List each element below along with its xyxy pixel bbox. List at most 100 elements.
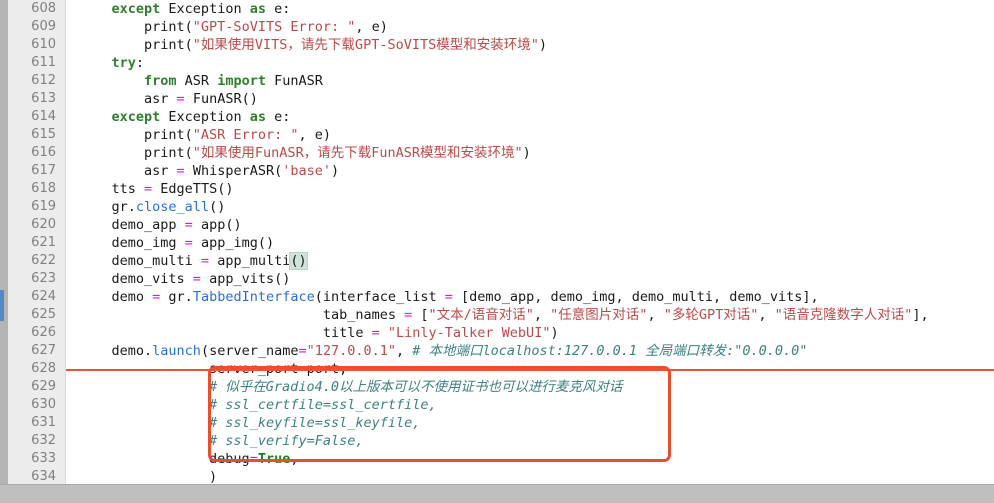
- code-token: except: [111, 1, 161, 17]
- code-token: app(): [192, 217, 242, 233]
- code-token: "ASR Error: ": [192, 127, 299, 143]
- code-token: e:: [265, 109, 291, 125]
- code-token: port,: [306, 361, 348, 377]
- code-token: ,: [647, 307, 664, 323]
- code-token: "文本/语音对话": [428, 307, 534, 323]
- vcs-change-marker[interactable]: [0, 290, 4, 321]
- code-line[interactable]: demo.launch(server_name="127.0.0.1", # 本…: [66, 342, 994, 360]
- code-token: "多轮GPT对话": [663, 307, 759, 323]
- code-token: =: [249, 451, 258, 467]
- code-token: # ssl_certfile=ssl_certfile,: [209, 397, 437, 413]
- code-token: :: [135, 55, 145, 71]
- code-token: as: [249, 1, 266, 17]
- code-line[interactable]: demo_multi = app_multi(): [66, 252, 994, 270]
- code-line[interactable]: demo_img = app_img(): [66, 234, 994, 252]
- code-line[interactable]: demo = gr.TabbedInterface(interface_list…: [66, 288, 994, 306]
- line-number: 632: [31, 433, 56, 448]
- code-line[interactable]: asr = WhisperASR('base'): [66, 162, 994, 180]
- code-line[interactable]: ): [66, 468, 994, 484]
- code-line[interactable]: gr.close_all(): [66, 198, 994, 216]
- code-token: (interface_list: [314, 289, 445, 305]
- code-token: Exception: [160, 109, 250, 125]
- code-token: # 本地端口localhost:127.0.0.1 全局端口转发:"0.0.0.…: [412, 343, 808, 359]
- code-token: app_img(): [192, 235, 275, 251]
- code-area[interactable]: except Exception as e: print("GPT-SoVITS…: [66, 0, 994, 484]
- code-token: ): [550, 325, 559, 341]
- line-number: 626: [31, 325, 56, 340]
- code-line[interactable]: try:: [66, 54, 994, 72]
- code-line[interactable]: except Exception as e:: [66, 108, 994, 126]
- code-token: ],: [912, 307, 929, 323]
- line-number: 631: [31, 415, 56, 430]
- code-line[interactable]: tts = EdgeTTS(): [66, 180, 994, 198]
- code-token: debug: [79, 451, 250, 467]
- code-token: demo.: [79, 343, 153, 359]
- code-token: ASR: [176, 73, 218, 89]
- code-token: print(: [79, 145, 193, 161]
- code-line[interactable]: except Exception as e:: [66, 0, 994, 18]
- horizontal-scrollbar[interactable]: [0, 484, 994, 503]
- code-token: EdgeTTS(): [152, 181, 234, 197]
- line-number: 617: [31, 163, 56, 178]
- code-token: =: [176, 163, 185, 179]
- code-token: =: [184, 235, 193, 251]
- code-token: try: [111, 55, 136, 71]
- code-token: asr: [79, 163, 177, 179]
- code-line[interactable]: print("GPT-SoVITS Error: ", e): [66, 18, 994, 36]
- code-token: ): [331, 163, 340, 179]
- code-token: ,: [533, 307, 551, 323]
- code-line[interactable]: print("如果使用VITS，请先下载GPT-SoVITS模型和安装环境"): [66, 36, 994, 54]
- code-token: "Linly-Talker WebUI": [387, 325, 551, 341]
- line-number: 627: [31, 343, 56, 358]
- line-number: 613: [31, 91, 56, 106]
- code-line[interactable]: demo_vits = app_vits(): [66, 270, 994, 288]
- line-number: 629: [31, 379, 56, 394]
- code-line[interactable]: asr = FunASR(): [66, 90, 994, 108]
- code-line[interactable]: # ssl_verify=False,: [66, 432, 994, 450]
- code-line[interactable]: from ASR import FunASR: [66, 72, 994, 90]
- code-token: ): [538, 37, 547, 53]
- code-token: FunASR(): [184, 91, 258, 107]
- line-number: 624: [31, 289, 56, 304]
- code-token: "如果使用FunASR，请先下载FunASR模型和安装环境": [192, 145, 523, 161]
- code-line[interactable]: debug=True,: [66, 450, 994, 468]
- code-token: tts: [79, 181, 145, 197]
- code-token: =: [444, 289, 453, 305]
- code-token: "任意图片对话": [550, 307, 648, 323]
- code-line[interactable]: print("ASR Error: ", e): [66, 126, 994, 144]
- code-token: ,: [290, 451, 299, 467]
- code-token: Exception: [160, 1, 250, 17]
- line-number: 630: [31, 397, 56, 412]
- code-line[interactable]: server_port=port,: [66, 360, 994, 378]
- editor-marker-bar: [0, 0, 8, 484]
- code-line[interactable]: tab_names = ["文本/语音对话", "任意图片对话", "多轮GPT…: [66, 306, 994, 324]
- line-number: 623: [31, 271, 56, 286]
- code-token: demo_img: [79, 235, 185, 251]
- code-token: title: [79, 325, 372, 341]
- code-line[interactable]: # ssl_certfile=ssl_certfile,: [66, 396, 994, 414]
- code-token: [demo_app, demo_img, demo_multi, demo_vi…: [452, 289, 819, 305]
- code-token: from: [144, 73, 177, 89]
- code-token: , e): [298, 127, 331, 143]
- text-caret: [306, 253, 308, 267]
- code-token: demo_multi: [79, 253, 201, 269]
- code-line[interactable]: print("如果使用FunASR，请先下载FunASR模型和安装环境"): [66, 144, 994, 162]
- code-line[interactable]: demo_app = app(): [66, 216, 994, 234]
- code-token: WhisperASR(: [184, 163, 283, 179]
- code-editor[interactable]: 608 609 610 611 612 613 614 615 616 617 618 619 620 6…: [0, 0, 994, 503]
- code-token: gr.: [79, 199, 136, 215]
- code-token: asr: [79, 91, 177, 107]
- code-line[interactable]: title = "Linly-Talker WebUI"): [66, 324, 994, 342]
- code-token: ,: [396, 343, 413, 359]
- line-number: 612: [31, 73, 56, 88]
- code-line[interactable]: # 似乎在Gradio4.0以上版本可以不使用证书也可以进行麦克风对话: [66, 378, 994, 396]
- line-number: 628: [31, 361, 56, 376]
- code-token: import: [217, 73, 266, 89]
- line-number: 616: [31, 145, 56, 160]
- code-line[interactable]: # ssl_keyfile=ssl_keyfile,: [66, 414, 994, 432]
